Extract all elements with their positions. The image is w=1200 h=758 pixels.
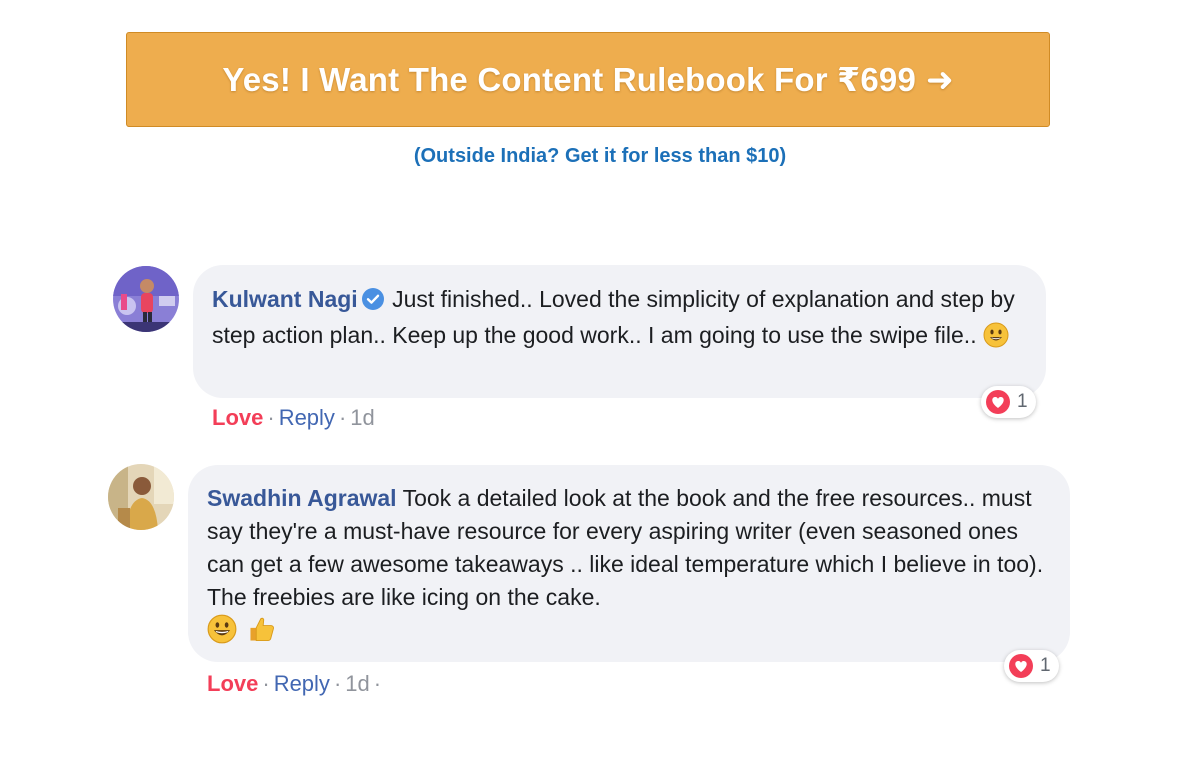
separator: · xyxy=(333,671,342,696)
comment-bubble: Kulwant Nagi Just finished.. Loved the s… xyxy=(193,265,1046,398)
separator: · xyxy=(262,671,270,696)
smiley-emoji-icon xyxy=(983,322,1009,357)
reaction-count: 1 xyxy=(1040,655,1051,676)
timestamp[interactable]: 1d xyxy=(345,671,369,696)
love-reaction-link[interactable]: Love xyxy=(207,671,258,696)
verified-badge-icon xyxy=(361,286,384,319)
trailing-separator: · xyxy=(373,671,382,696)
comment-actions: Love · Reply · 1d · xyxy=(207,671,385,697)
separator: · xyxy=(267,405,275,430)
comment-bubble: Swadhin Agrawal Took a detailed look at … xyxy=(188,465,1070,662)
heart-icon xyxy=(1009,654,1033,678)
reaction-count-badge[interactable]: 1 xyxy=(1004,650,1059,682)
love-reaction-link[interactable]: Love xyxy=(212,405,263,430)
heart-icon xyxy=(986,390,1010,414)
separator: · xyxy=(338,405,347,430)
commenter-name[interactable]: Kulwant Nagi xyxy=(212,286,358,312)
arrow-right-icon: ➜ xyxy=(926,61,954,98)
thumbs-up-emoji-icon xyxy=(247,614,277,653)
grinning-emoji-icon xyxy=(207,614,237,653)
buy-rulebook-button[interactable]: Yes! I Want The Content Rulebook For ₹69… xyxy=(126,32,1050,127)
avatar[interactable] xyxy=(113,266,179,332)
buy-rulebook-label: Yes! I Want The Content Rulebook For ₹69… xyxy=(222,61,917,98)
reply-link[interactable]: Reply xyxy=(279,405,335,430)
avatar[interactable] xyxy=(108,464,174,530)
reply-link[interactable]: Reply xyxy=(274,671,330,696)
comment-actions: Love · Reply · 1d xyxy=(212,405,375,431)
reaction-count-badge[interactable]: 1 xyxy=(981,386,1036,418)
reaction-count: 1 xyxy=(1017,391,1028,412)
timestamp[interactable]: 1d xyxy=(350,405,374,430)
commenter-name[interactable]: Swadhin Agrawal xyxy=(207,485,397,511)
outside-india-link[interactable]: (Outside India? Get it for less than $10… xyxy=(0,145,1200,168)
